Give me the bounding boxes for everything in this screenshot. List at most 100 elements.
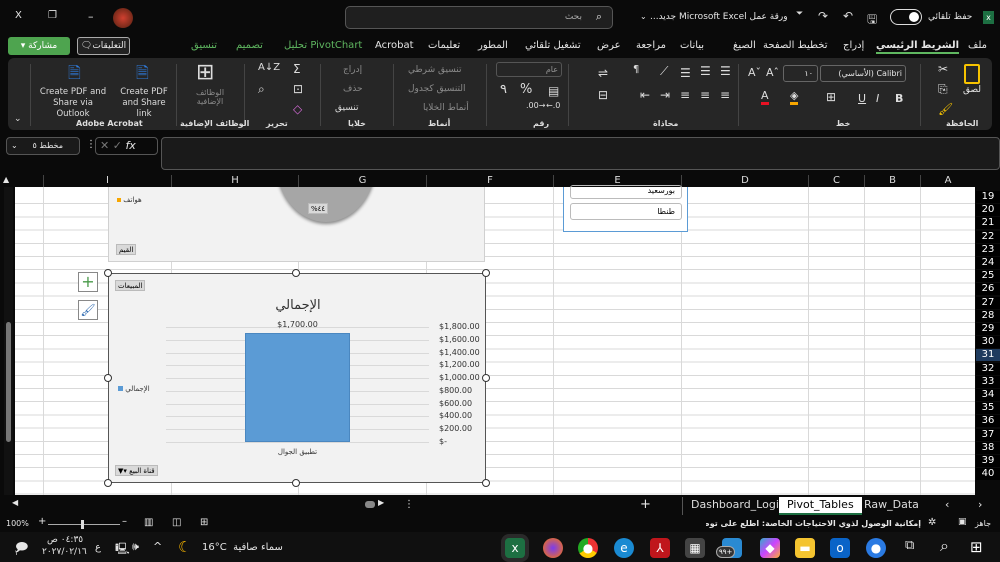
cell-styles-button[interactable]: أنماط الخلايا bbox=[423, 103, 469, 113]
resize-handle[interactable] bbox=[104, 374, 112, 382]
avatar[interactable] bbox=[113, 8, 133, 28]
column-header-i[interactable]: I bbox=[43, 175, 171, 187]
row-header[interactable]: 38 bbox=[976, 441, 1000, 454]
row-header[interactable]: 23 bbox=[976, 243, 1000, 256]
sheet-tab-raw-data[interactable]: Raw_Data bbox=[856, 497, 927, 515]
normal-view-icon[interactable]: ▥ bbox=[144, 517, 153, 528]
undo-icon[interactable]: ↶ bbox=[843, 9, 853, 23]
clock-time[interactable]: ٠٤:٣٥ ص bbox=[47, 535, 83, 545]
bold-button[interactable]: B bbox=[895, 92, 903, 105]
resize-handle[interactable] bbox=[482, 374, 490, 382]
tab-review[interactable]: مراجعة bbox=[636, 40, 666, 51]
row-header[interactable]: 40 bbox=[976, 468, 1000, 481]
redo-icon[interactable]: ↷ bbox=[818, 9, 828, 23]
create-pdf-share-outlook-button[interactable]: Create PDF and Share via Outlook bbox=[36, 87, 110, 120]
legend-item[interactable]: الإجمالي bbox=[118, 385, 150, 393]
row-header[interactable]: 34 bbox=[976, 389, 1000, 401]
add-sheet-button[interactable]: + bbox=[640, 497, 651, 512]
tab-data[interactable]: بيانات bbox=[680, 40, 704, 51]
underline-button[interactable]: U bbox=[858, 92, 866, 105]
bar[interactable] bbox=[244, 333, 351, 442]
tab-formulas[interactable]: الصيغ bbox=[733, 40, 756, 51]
font-name-select[interactable]: Calibri (الأساسي) bbox=[820, 65, 906, 82]
task-view-icon[interactable]: ⧉ bbox=[905, 538, 914, 553]
clear-icon[interactable]: ◇ bbox=[293, 102, 302, 116]
row-header[interactable]: 24 bbox=[976, 257, 1000, 269]
network-icon[interactable]: 🖳 bbox=[115, 540, 130, 559]
comma-button[interactable]: ٩ bbox=[500, 82, 507, 97]
column-header-f[interactable]: F bbox=[426, 175, 553, 187]
scroll-sheets-left-icon[interactable]: ‹ bbox=[945, 498, 949, 511]
row-header[interactable]: 27 bbox=[976, 296, 1000, 309]
row-header[interactable]: 33 bbox=[976, 375, 1000, 388]
fill-color-icon[interactable]: ◈ bbox=[790, 89, 799, 105]
row-header[interactable]: 32 bbox=[976, 362, 1000, 375]
accessibility-status[interactable]: إمكانية الوصول لذوي الاحتياجات الخاصة: ا… bbox=[706, 519, 921, 528]
decrease-indent-icon[interactable]: ⇤ bbox=[640, 88, 650, 102]
align-left-icon[interactable]: ≡ bbox=[680, 88, 690, 102]
row-header[interactable]: 25 bbox=[976, 270, 1000, 283]
pdf-outlook-icon[interactable]: 🗎 bbox=[68, 62, 81, 89]
decrease-decimal-icon[interactable]: .00→ bbox=[526, 101, 545, 110]
addins-icon[interactable]: ⊞ bbox=[196, 60, 214, 85]
insert-cells-button[interactable]: إدراج bbox=[343, 65, 362, 75]
row-header[interactable]: 39 bbox=[976, 455, 1000, 467]
search-box[interactable]: ⌕ بحث bbox=[345, 6, 613, 29]
row-header[interactable]: 19 bbox=[976, 191, 1000, 203]
chart-elements-button[interactable]: + bbox=[78, 272, 98, 292]
chart-title[interactable]: الإجمالي bbox=[109, 298, 487, 313]
column-header-h[interactable]: H bbox=[171, 175, 298, 187]
page-break-view-icon[interactable]: ⊞ bbox=[200, 517, 208, 528]
resize-handle[interactable] bbox=[292, 479, 300, 487]
messenger-taskbar-icon[interactable]: ● bbox=[866, 538, 886, 558]
percent-button[interactable]: % bbox=[520, 82, 532, 97]
autosum-icon[interactable]: Σ bbox=[293, 62, 301, 76]
chrome-taskbar-icon[interactable]: ● bbox=[578, 538, 598, 558]
file-explorer-taskbar-icon[interactable]: ▬ bbox=[795, 538, 815, 558]
orientation-icon[interactable]: ⟋ bbox=[660, 64, 668, 79]
search-taskbar-icon[interactable]: ⌕ bbox=[940, 536, 949, 556]
row-header[interactable]: 20 bbox=[976, 204, 1000, 217]
font-color-icon[interactable]: A bbox=[761, 89, 769, 105]
delete-cells-button[interactable]: حذف bbox=[343, 84, 363, 94]
zoom-in-button[interactable]: + bbox=[38, 516, 46, 527]
weather-text[interactable]: 16°C سماء صافية bbox=[202, 542, 283, 553]
select-all-button[interactable]: ▲ bbox=[3, 175, 9, 184]
close-button[interactable]: X bbox=[15, 10, 22, 21]
tab-developer[interactable]: المطور bbox=[478, 40, 508, 51]
restore-button[interactable]: ❐ bbox=[48, 10, 57, 21]
format-as-table-button[interactable]: التنسيق كجدول bbox=[408, 84, 466, 94]
tab-file[interactable]: ملف bbox=[968, 40, 987, 51]
align-bottom-icon[interactable]: ☰ bbox=[680, 66, 691, 80]
axis-field-button[interactable]: ▼▾ قناة البيع bbox=[115, 465, 158, 476]
pie-chart[interactable]: %٤٤ هواتف القيم bbox=[108, 187, 485, 262]
column-header-d[interactable]: D bbox=[681, 175, 808, 187]
insert-function-button[interactable]: fx bbox=[125, 139, 135, 152]
find-select-icon[interactable]: ⌕ bbox=[258, 82, 265, 97]
row-header[interactable]: 22 bbox=[976, 230, 1000, 243]
zoom-out-button[interactable]: – bbox=[122, 516, 127, 527]
comments-button[interactable]: 🗨التعليقات bbox=[77, 37, 130, 55]
conditional-formatting-button[interactable]: تنسيق شرطي bbox=[408, 65, 462, 75]
copilot-taskbar-icon[interactable]: ◆ bbox=[760, 538, 780, 558]
name-box[interactable]: مخطط ٥ ⌄ bbox=[6, 137, 80, 155]
page-layout-view-icon[interactable]: ◫ bbox=[172, 517, 181, 528]
addins-button[interactable]: الوظائف الإضافية bbox=[190, 88, 230, 106]
tab-pivotchart-analyze[interactable]: تحليل PivotChart bbox=[284, 40, 362, 51]
cancel-icon[interactable]: ✕ bbox=[100, 139, 109, 152]
excel-taskbar-icon[interactable]: x bbox=[505, 538, 525, 558]
column-header-g[interactable]: G bbox=[298, 175, 426, 187]
borders-icon[interactable]: ⊞ bbox=[826, 90, 836, 104]
row-header[interactable]: 37 bbox=[976, 428, 1000, 441]
save-icon[interactable]: 🖫 bbox=[867, 10, 877, 31]
formula-input[interactable] bbox=[161, 137, 1000, 170]
minimize-button[interactable]: – bbox=[88, 10, 94, 23]
news-taskbar-icon[interactable]: ٩٩+ bbox=[716, 538, 742, 558]
row-header[interactable]: 28 bbox=[976, 309, 1000, 322]
wrap-text-icon[interactable]: ⇌ bbox=[598, 66, 608, 80]
row-header[interactable]: 36 bbox=[976, 415, 1000, 428]
show-hidden-icons[interactable]: ^ bbox=[153, 540, 162, 553]
scroll-sheets-right-icon[interactable]: › bbox=[978, 498, 982, 511]
copy-icon[interactable]: ⎘ bbox=[938, 82, 948, 97]
column-header-a[interactable]: A bbox=[920, 175, 975, 187]
